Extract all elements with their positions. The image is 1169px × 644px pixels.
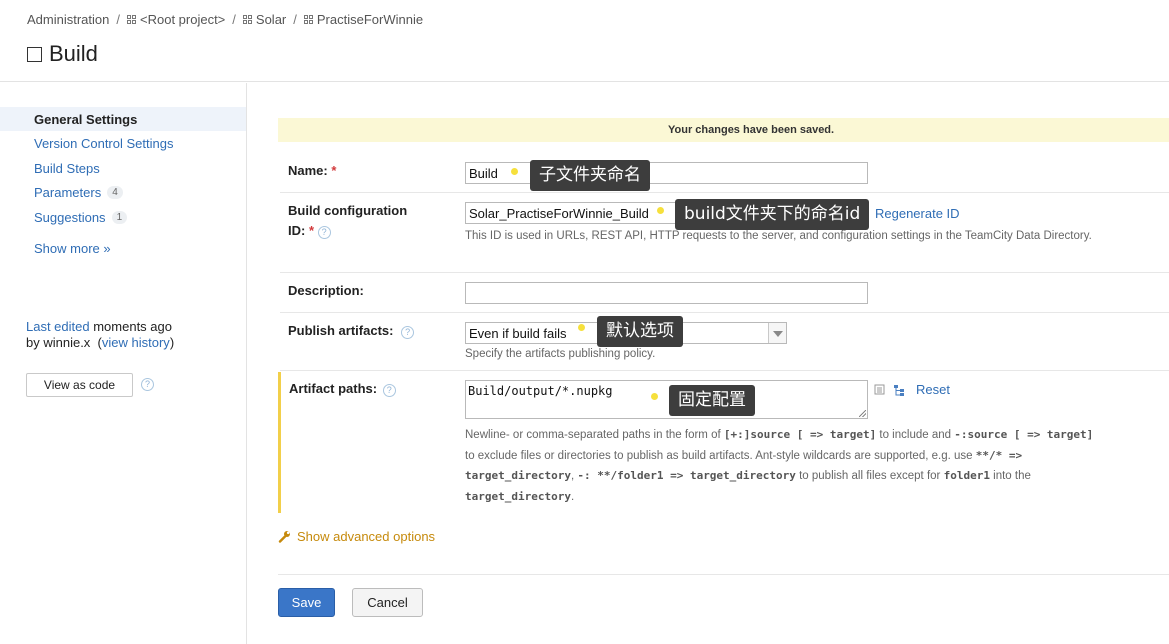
breadcrumb-separator: / xyxy=(293,12,297,27)
hint-code: -:source [ => target] xyxy=(954,428,1094,441)
hint-text: to exclude files or directories to publi… xyxy=(465,449,976,462)
hint-code: target_directory xyxy=(465,489,571,503)
publish-hint: Specify the artifacts publishing policy. xyxy=(465,348,656,360)
show-advanced-options-link[interactable]: Show advanced options xyxy=(278,529,435,544)
id-label-line2: ID: xyxy=(288,223,306,238)
divider xyxy=(280,312,1169,313)
sidebar-item-version-control-settings[interactable]: Version Control Settings xyxy=(34,136,173,151)
required-mark: * xyxy=(331,163,337,178)
divider xyxy=(280,192,1169,193)
description-label: Description: xyxy=(288,283,364,298)
breadcrumb: Administration / <Root project> / Solar … xyxy=(27,12,423,27)
sidebar-item-label: Parameters xyxy=(34,185,102,200)
annotation-note-id: build文件夹下的命名id xyxy=(675,199,870,230)
hint-text: Newline- or comma-separated paths in the… xyxy=(465,429,724,441)
breadcrumb-separator: / xyxy=(116,12,120,27)
build-config-icon xyxy=(27,46,42,62)
hint-text: to publish all files except for xyxy=(795,470,944,482)
breadcrumb-practise-for-winnie[interactable]: PractiseForWinnie xyxy=(317,12,423,27)
view-as-code-button[interactable]: View as code xyxy=(26,373,133,397)
name-label: Name: * xyxy=(288,161,336,181)
page-header: Administration / <Root project> / Solar … xyxy=(0,0,1169,82)
sidebar-item-label: Version Control Settings xyxy=(34,136,174,151)
view-history-link[interactable]: view history xyxy=(102,335,170,350)
paren-close: ) xyxy=(169,335,175,350)
divider xyxy=(280,370,1169,371)
artifact-paths-value: Build/output/*.nupkg xyxy=(468,384,613,398)
sidebar-item-label: Suggestions xyxy=(34,210,106,225)
breadcrumb-administration[interactable]: Administration xyxy=(27,12,109,27)
select-value: Even if build fails xyxy=(469,326,567,341)
help-icon[interactable]: ? xyxy=(141,378,154,391)
divider xyxy=(278,574,1169,575)
modified-indicator-bar xyxy=(278,372,281,513)
artifact-paths-textarea[interactable]: Build/output/*.nupkg xyxy=(465,380,868,419)
publish-label-text: Publish artifacts: xyxy=(288,323,394,338)
show-advanced-label: Show advanced options xyxy=(297,529,436,544)
project-icon xyxy=(242,14,253,25)
list-icon[interactable] xyxy=(874,384,885,395)
sidebar: General Settings Version Control Setting… xyxy=(0,83,247,644)
annotation-note-artifact: 固定配置 xyxy=(669,385,755,416)
hint-text: to include and xyxy=(876,429,952,441)
hint-code: folder1 xyxy=(943,469,990,482)
save-button[interactable]: Save xyxy=(278,588,335,617)
artifact-hint: Newline- or comma-separated paths in the… xyxy=(465,425,1105,507)
description-input[interactable] xyxy=(465,282,868,304)
project-icon xyxy=(127,14,137,25)
saved-banner: Your changes have been saved. xyxy=(278,118,1169,142)
hint-text: . xyxy=(570,490,575,503)
cancel-button[interactable]: Cancel xyxy=(352,588,423,617)
resize-handle-icon[interactable] xyxy=(859,410,866,417)
last-edited-link[interactable]: Last edited xyxy=(26,319,90,334)
artifact-paths-label: Artifact paths: ? xyxy=(289,379,396,399)
required-mark: * xyxy=(308,223,315,238)
breadcrumb-separator: / xyxy=(232,12,236,27)
build-config-id-label: Build configuration ID: * ? xyxy=(288,201,407,241)
annotation-dot xyxy=(578,324,585,331)
wrench-icon xyxy=(278,531,290,543)
annotation-dot xyxy=(651,393,658,400)
annotation-dot xyxy=(657,207,664,214)
name-input[interactable] xyxy=(465,162,868,184)
sidebar-item-general-settings[interactable]: General Settings xyxy=(0,107,246,131)
count-badge: 4 xyxy=(107,186,123,199)
last-edited-time: moments ago xyxy=(89,319,172,334)
sidebar-item-parameters[interactable]: Parameters 4 xyxy=(34,185,123,200)
regenerate-id-link[interactable]: Regenerate ID xyxy=(875,206,960,221)
paren-open: ( xyxy=(93,335,102,350)
count-badge: 1 xyxy=(111,211,128,224)
project-icon xyxy=(303,14,314,25)
help-icon[interactable]: ? xyxy=(382,384,396,397)
show-more-link[interactable]: Show more » xyxy=(34,241,111,256)
hint-code: [+:]source [ => target] xyxy=(723,428,877,441)
name-label-text: Name: xyxy=(288,163,328,178)
help-icon[interactable]: ? xyxy=(401,326,415,339)
artifact-label-text: Artifact paths: xyxy=(289,381,378,396)
last-edited-by: by winnie.x xyxy=(26,335,91,350)
breadcrumb-root-project[interactable]: <Root project> xyxy=(140,12,225,27)
sidebar-item-build-steps[interactable]: Build Steps xyxy=(34,161,100,176)
sidebar-item-label: Build Steps xyxy=(34,161,100,176)
help-icon[interactable]: ? xyxy=(317,226,331,239)
breadcrumb-solar[interactable]: Solar xyxy=(256,12,286,27)
divider xyxy=(280,272,1169,273)
page-title: Build xyxy=(27,41,98,67)
last-edited-info: Last edited moments ago by winnie.x (vie… xyxy=(26,319,174,351)
publish-artifacts-label: Publish artifacts: ? xyxy=(288,321,415,341)
page-title-text: Build xyxy=(49,41,98,66)
hint-code: -: **/folder1 => target_directory xyxy=(577,469,796,482)
annotation-note-publish: 默认选项 xyxy=(597,316,683,347)
chevron-down-icon[interactable] xyxy=(768,323,786,343)
hint-text: into the xyxy=(989,470,1031,482)
sidebar-item-suggestions[interactable]: Suggestions 1 xyxy=(34,210,128,225)
reset-link[interactable]: Reset xyxy=(916,382,950,397)
annotation-note-name: 子文件夹命名 xyxy=(530,160,650,191)
annotation-dot xyxy=(511,168,518,175)
id-label-line1: Build configuration xyxy=(288,203,408,218)
tree-icon[interactable] xyxy=(893,384,906,397)
sidebar-item-label: General Settings xyxy=(34,111,138,127)
